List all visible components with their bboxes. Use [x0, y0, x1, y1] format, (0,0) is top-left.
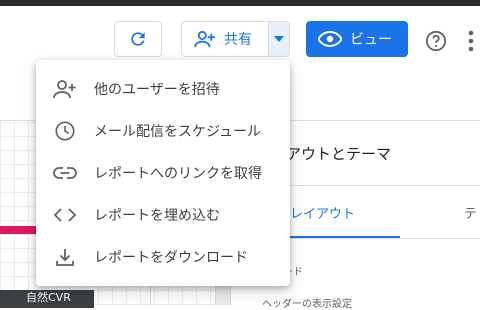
- share-label: 共有: [224, 32, 252, 48]
- download-icon: [36, 247, 94, 267]
- menu-item-label: レポートをダウンロード: [94, 250, 248, 266]
- refresh-icon: [131, 32, 145, 46]
- menu-item-download[interactable]: レポートをダウンロード: [36, 236, 290, 278]
- header-settings-label: ヘッダーの表示設定: [262, 299, 352, 310]
- canvas-chip-label: 自然CVR: [0, 290, 94, 308]
- clock-icon: [36, 120, 94, 142]
- menu-item-label: メール配信をスケジュール: [94, 124, 262, 140]
- caret-down-icon: [274, 36, 284, 42]
- more-vert-icon: [468, 30, 474, 52]
- share-menu-toggle[interactable]: [268, 21, 290, 57]
- embed-code-icon: [36, 207, 94, 223]
- menu-item-label: レポートを埋め込む: [94, 208, 220, 224]
- menu-item-embed[interactable]: レポートを埋め込む: [36, 194, 290, 236]
- panel-title: アウトとテーマ: [286, 145, 392, 163]
- view-button[interactable]: ビュー: [306, 21, 408, 57]
- help-button[interactable]: [425, 30, 447, 56]
- help-icon: [425, 30, 447, 52]
- share-menu: 他のユーザーを招待 メール配信をスケジュール レポートへのリンクを取得 レポート…: [36, 60, 290, 286]
- tab-layout[interactable]: レイアウト: [290, 203, 355, 222]
- chart-bar: [0, 226, 40, 234]
- share-button[interactable]: 共有: [181, 21, 269, 57]
- add-person-icon: [36, 79, 94, 99]
- tab-theme[interactable]: テ: [464, 203, 477, 222]
- menu-item-get-link[interactable]: レポートへのリンクを取得: [36, 152, 290, 194]
- refresh-button[interactable]: [114, 21, 162, 57]
- add-person-icon: [194, 30, 215, 48]
- menu-item-label: レポートへのリンクを取得: [94, 166, 262, 182]
- view-label: ビュー: [350, 32, 392, 48]
- eye-icon: [318, 31, 342, 47]
- menu-item-label: 他のユーザーを招待: [94, 82, 220, 98]
- more-options-button[interactable]: [467, 30, 475, 56]
- menu-item-schedule-email[interactable]: メール配信をスケジュール: [36, 110, 290, 152]
- menu-item-invite[interactable]: 他のユーザーを招待: [36, 68, 290, 110]
- link-icon: [36, 166, 94, 180]
